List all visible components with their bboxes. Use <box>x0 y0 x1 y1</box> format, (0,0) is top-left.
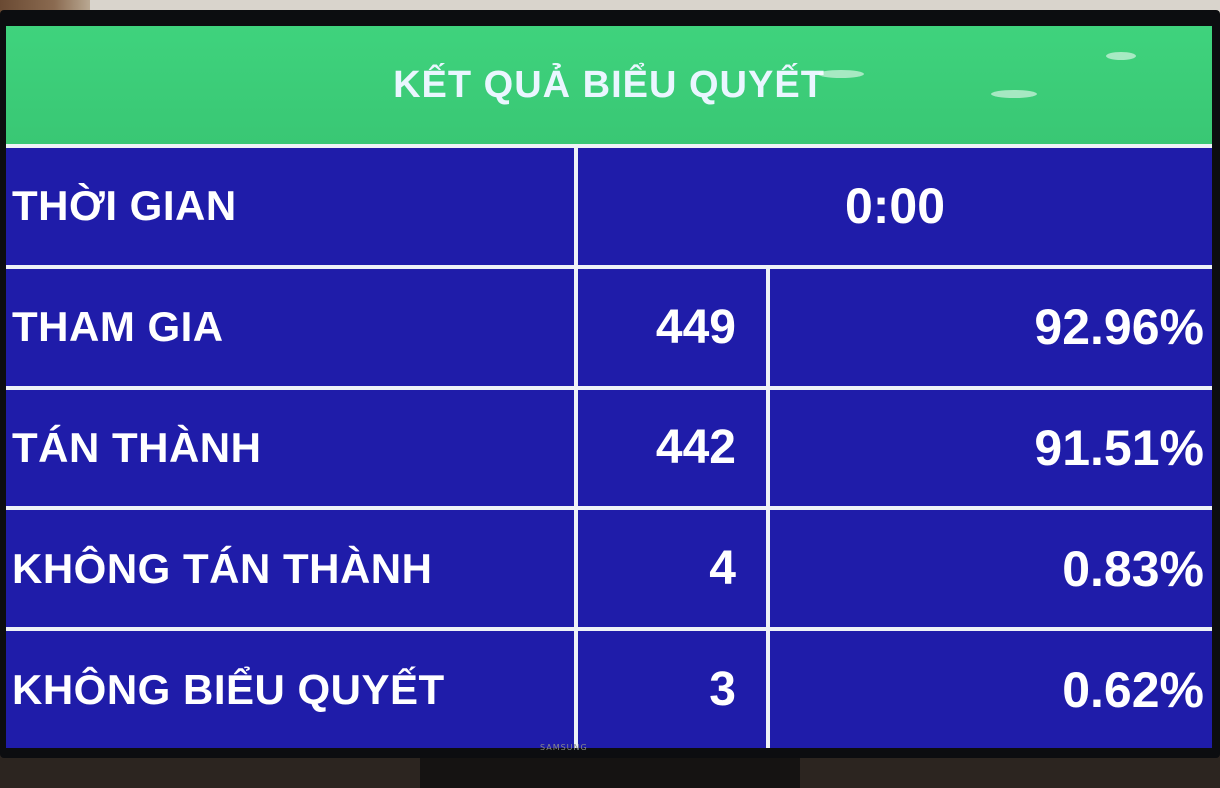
row-count-not-voting: 3 <box>578 631 766 748</box>
row-count-participating: 449 <box>578 268 766 386</box>
title-bar: KẾT QUẢ BIỂU QUYẾT <box>6 26 1212 144</box>
row-count-in-favor: 442 <box>578 389 766 507</box>
tv-display: KẾT QUẢ BIỂU QUYẾT THỜI GIAN 0:00 THAM G… <box>0 10 1220 758</box>
row-label-not-voting: KHÔNG BIỂU QUYẾT <box>6 631 574 748</box>
tv-brand-logo: SAMSUNG <box>540 743 588 752</box>
row-label-against: KHÔNG TÁN THÀNH <box>6 510 574 628</box>
results-table: THỜI GIAN 0:00 THAM GIA 449 92.96% TÁN T… <box>6 148 1212 748</box>
row-percent-participating: 92.96% <box>770 268 1212 386</box>
row-label-participating: THAM GIA <box>6 268 574 386</box>
row-percent-not-voting: 0.62% <box>770 631 1212 748</box>
light-reflection <box>1106 52 1136 60</box>
results-title: KẾT QUẢ BIỂU QUYẾT <box>393 63 825 106</box>
row-percent-in-favor: 91.51% <box>770 389 1212 507</box>
row-count-against: 4 <box>578 510 766 628</box>
light-reflection <box>818 70 864 78</box>
light-reflection <box>991 90 1037 98</box>
time-label: THỜI GIAN <box>6 148 574 265</box>
row-label-in-favor: TÁN THÀNH <box>6 389 574 507</box>
time-value: 0:00 <box>578 148 1212 265</box>
vote-results-screen: KẾT QUẢ BIỂU QUYẾT THỜI GIAN 0:00 THAM G… <box>6 26 1212 748</box>
row-percent-against: 0.83% <box>770 510 1212 628</box>
tv-stand <box>420 754 800 788</box>
